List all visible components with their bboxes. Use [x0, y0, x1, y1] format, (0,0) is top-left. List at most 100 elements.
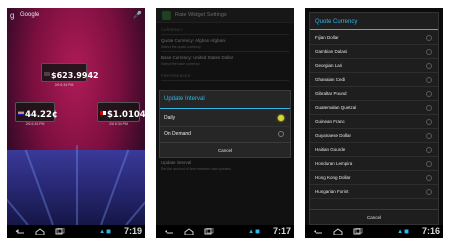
rate-widget[interactable]: $623.9942 2/6 6:34 PM — [41, 63, 99, 87]
system-bar: ▲◼ 7:19 — [7, 225, 145, 238]
section-header-preferences: PREFERENCES — [161, 74, 191, 78]
currency-option[interactable]: Guatemalan Quetzal — [310, 101, 438, 115]
update-interval-summary: Set the amount of time between rate upda… — [161, 167, 231, 171]
currency-option[interactable]: Haitian Gourde — [310, 143, 438, 157]
quote-currency-summary: Select the quote currency — [161, 45, 201, 49]
radio-unselected-icon[interactable] — [426, 119, 432, 125]
base-currency-summary: Select the base currency — [161, 62, 200, 66]
rate-timestamp: 2/6 6:34 PM — [109, 122, 128, 126]
currency-label: Guyanaese Dollar — [315, 133, 352, 138]
currency-label: Guinean Franc — [315, 119, 345, 124]
home-screen: g Google 🎤 $623.9942 2/6 6:34 PM 44.22¢ … — [7, 8, 145, 238]
clock: 7:17 — [272, 226, 291, 236]
currency-label: Guatemalan Quetzal — [315, 105, 357, 110]
radio-unselected-icon[interactable] — [426, 189, 432, 195]
currency-option[interactable]: Guyanaese Dollar — [310, 129, 438, 143]
clock: 7:19 — [123, 226, 142, 236]
mic-icon[interactable]: 🎤 — [133, 11, 142, 19]
option-label: Daily — [164, 115, 176, 121]
currency-option[interactable]: Gambian Dalasi — [310, 45, 438, 59]
flag-icon — [18, 110, 24, 115]
system-bar: ▲◼ 7:16 — [305, 225, 443, 238]
rate-timestamp: 2/6 6:34 PM — [25, 122, 45, 126]
radio-unselected-icon[interactable] — [426, 91, 432, 97]
radio-unselected-icon[interactable] — [426, 133, 432, 139]
recent-apps-icon[interactable] — [55, 228, 65, 235]
recent-apps-icon[interactable] — [204, 228, 214, 235]
currency-option[interactable]: Georgian Lari — [310, 59, 438, 73]
home-icon[interactable] — [35, 228, 45, 235]
rate-value: $1.0104 — [107, 110, 145, 120]
scroll-fade — [310, 197, 438, 209]
system-bar: ▲◼ 7:17 — [156, 225, 294, 238]
radio-unselected-icon[interactable] — [426, 105, 432, 111]
google-search-bar[interactable]: g Google 🎤 — [10, 11, 142, 21]
status-icons: ▲◼ — [99, 229, 112, 235]
radio-unselected-icon[interactable] — [426, 35, 432, 41]
divider — [161, 80, 289, 81]
currency-option[interactable]: Gibraltar Pound — [310, 87, 438, 101]
recent-apps-icon[interactable] — [353, 228, 363, 235]
clock: 7:16 — [421, 226, 440, 236]
back-icon[interactable] — [164, 228, 174, 235]
currency-label: Georgian Lari — [315, 63, 343, 68]
base-currency-pref[interactable]: Base Currency: United States Dollar — [161, 55, 233, 60]
home-icon[interactable] — [184, 228, 194, 235]
status-icons: ▲◼ — [397, 229, 410, 235]
quote-currency-pref[interactable]: Quote Currency: Afghan Afghani — [161, 38, 226, 43]
rate-value: $623.9942 — [51, 71, 99, 80]
currency-option[interactable]: Fijian Dollar — [310, 31, 438, 45]
back-icon[interactable] — [313, 228, 323, 235]
dialog-title: Update Interval — [164, 96, 205, 102]
rate-widget[interactable]: 44.22¢ 2/6 6:34 PM — [15, 102, 58, 126]
currency-label: Gambian Dalasi — [315, 49, 348, 54]
currency-option[interactable]: Honduran Lempira — [310, 157, 438, 171]
update-interval-pref[interactable]: Update interval — [161, 160, 191, 165]
divider — [161, 34, 289, 35]
divider — [161, 51, 289, 52]
cancel-button[interactable]: Cancel — [160, 142, 290, 157]
currency-picker-screen: Quote Currency Fijian Dollar Gambian Dal… — [305, 8, 443, 238]
option-daily[interactable]: Daily — [160, 111, 290, 125]
option-label: On Demand — [164, 131, 191, 137]
currency-option[interactable]: Ghanaian Cedi — [310, 73, 438, 87]
rate-value: 44.22¢ — [25, 110, 58, 120]
radio-unselected-icon[interactable] — [278, 131, 284, 137]
dialog-title-divider — [160, 108, 290, 109]
home-icon[interactable] — [333, 228, 343, 235]
rate-widget[interactable]: $1.0104 2/6 6:34 PM — [97, 102, 145, 126]
cancel-button[interactable]: Cancel — [310, 209, 438, 224]
currency-label: Ghanaian Cedi — [315, 77, 346, 82]
currency-label: Hungarian Forint — [315, 189, 349, 194]
radio-unselected-icon[interactable] — [426, 49, 432, 55]
settings-screen: Rate Widget Settings CURRENCY Quote Curr… — [156, 8, 294, 238]
google-search-label: Google — [20, 12, 40, 18]
currency-label: Fijian Dollar — [315, 35, 339, 40]
app-icon — [162, 11, 171, 20]
currency-label: Hong Kong Dollar — [315, 175, 351, 180]
page-title: Rate Widget Settings — [175, 12, 227, 18]
radio-unselected-icon[interactable] — [426, 161, 432, 167]
status-icons: ▲◼ — [248, 229, 261, 235]
dialog-title-divider — [310, 29, 438, 30]
google-g-icon: g — [10, 11, 15, 20]
quote-currency-dialog: Quote Currency Fijian Dollar Gambian Dal… — [309, 12, 439, 225]
currency-option[interactable]: Hong Kong Dollar — [310, 171, 438, 185]
radio-selected-icon[interactable] — [278, 115, 284, 121]
currency-label: Gibraltar Pound — [315, 91, 347, 96]
back-icon[interactable] — [15, 228, 25, 235]
rate-timestamp: 2/6 6:34 PM — [54, 83, 74, 87]
radio-unselected-icon[interactable] — [426, 63, 432, 69]
update-interval-dialog: Update Interval Daily On Demand Cancel — [159, 90, 291, 158]
flag-icon — [44, 71, 50, 76]
radio-unselected-icon[interactable] — [426, 77, 432, 83]
section-header-currency: CURRENCY — [161, 28, 184, 32]
flag-icon — [100, 110, 106, 115]
radio-unselected-icon[interactable] — [426, 175, 432, 181]
currency-label: Haitian Gourde — [315, 147, 346, 152]
currency-option[interactable]: Guinean Franc — [310, 115, 438, 129]
radio-unselected-icon[interactable] — [426, 147, 432, 153]
action-bar: Rate Widget Settings — [156, 8, 294, 23]
dialog-title: Quote Currency — [315, 19, 358, 25]
option-on-demand[interactable]: On Demand — [160, 126, 290, 140]
